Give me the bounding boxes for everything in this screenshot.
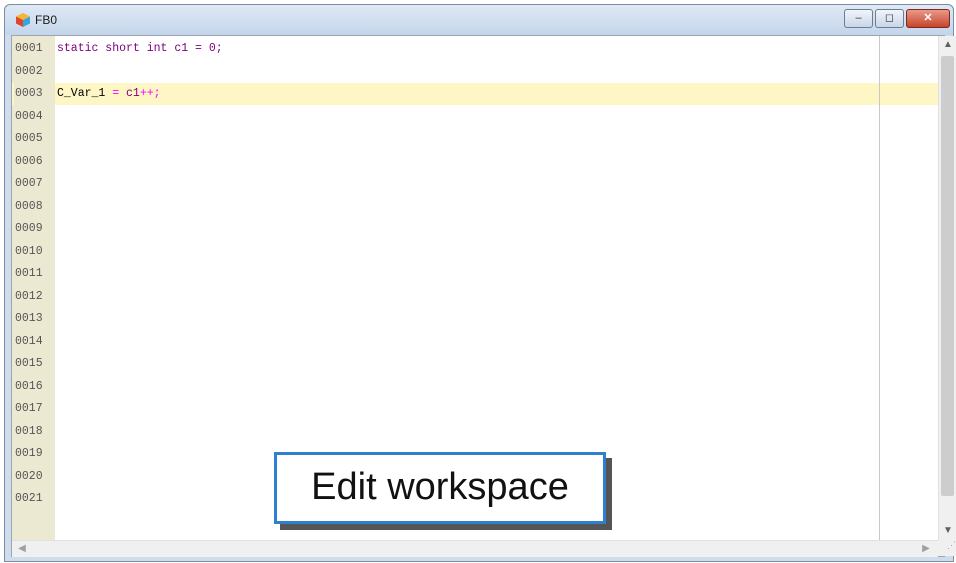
code-line[interactable]: 0005 [12,128,940,150]
code-line[interactable]: 0007 [12,173,940,195]
line-number: 0009 [15,222,43,235]
code-token: c1 [119,87,140,100]
line-number: 0005 [15,132,43,145]
cube-icon [16,13,30,27]
code-line[interactable]: 0013 [12,308,940,330]
line-number: 0011 [15,267,43,280]
line-number: 0015 [15,357,43,370]
code-line[interactable]: 0017 [12,398,940,420]
line-number: 0010 [15,244,43,258]
code-line[interactable]: 0016 [12,376,940,398]
line-number: 0017 [15,402,43,415]
window-title: FB0 [35,13,58,27]
line-number: 0003 [14,83,55,105]
line-number: 0020 [15,469,43,483]
code-line[interactable]: 0010 [12,241,940,263]
line-number: 0012 [15,289,43,303]
maximize-button[interactable]: ◻ [875,9,904,28]
vertical-scrollbar[interactable]: ▲ ▼ [938,36,956,540]
code-text[interactable]: C_Var_1 = c1++; [57,83,161,105]
close-button[interactable]: ✕ [906,9,950,28]
code-token: ++; [139,87,161,100]
vertical-scroll-thumb[interactable] [941,56,954,496]
edit-workspace-callout: Edit workspace [274,452,606,524]
line-number: 0001 [15,42,43,55]
line-number: 0018 [15,424,43,438]
code-line[interactable]: 0014 [12,331,940,353]
line-number: 0016 [15,379,43,393]
code-line[interactable]: 0004 [12,106,940,128]
code-line[interactable]: 0002 [12,61,940,83]
line-number: 0021 [15,492,43,505]
line-number: 0008 [15,199,43,213]
line-number: 0019 [15,447,43,460]
code-line[interactable]: 0008 [12,196,940,218]
scroll-up-icon[interactable]: ▲ [939,36,956,54]
code-line[interactable]: 0018 [12,421,940,443]
code-line[interactable]: 0001 static short int c1 = 0; [12,38,940,60]
code-token: C_Var_1 [57,87,113,100]
code-line[interactable]: 0015 [12,353,940,375]
code-line[interactable]: 0012 [12,286,940,308]
line-number: 0002 [15,64,43,78]
resize-grip-icon[interactable]: ⋰ [938,540,956,556]
scroll-left-icon[interactable]: ◀ [14,541,30,557]
line-number: 0013 [15,312,43,325]
code-line[interactable]: 0003 C_Var_1 = c1++; [12,83,940,105]
code-line[interactable]: 0009 [12,218,940,240]
right-margin-guide [879,36,880,540]
code-token: static short int c1 = 0; [57,42,223,55]
scroll-right-icon[interactable]: ▶ [918,541,934,557]
scroll-down-icon[interactable]: ▼ [939,522,956,540]
line-number: 0007 [15,177,43,190]
line-number: 0004 [15,109,43,123]
line-number: 0014 [15,334,43,348]
code-text[interactable]: static short int c1 = 0; [57,38,223,60]
minimize-button[interactable]: – [844,9,873,28]
title-bar[interactable]: FB0 – ◻ ✕ [5,5,953,35]
horizontal-scrollbar[interactable]: ◀ ▶ [12,540,938,557]
line-number: 0006 [15,154,43,168]
code-line[interactable]: 0006 [12,151,940,173]
code-line[interactable]: 0011 [12,263,940,285]
